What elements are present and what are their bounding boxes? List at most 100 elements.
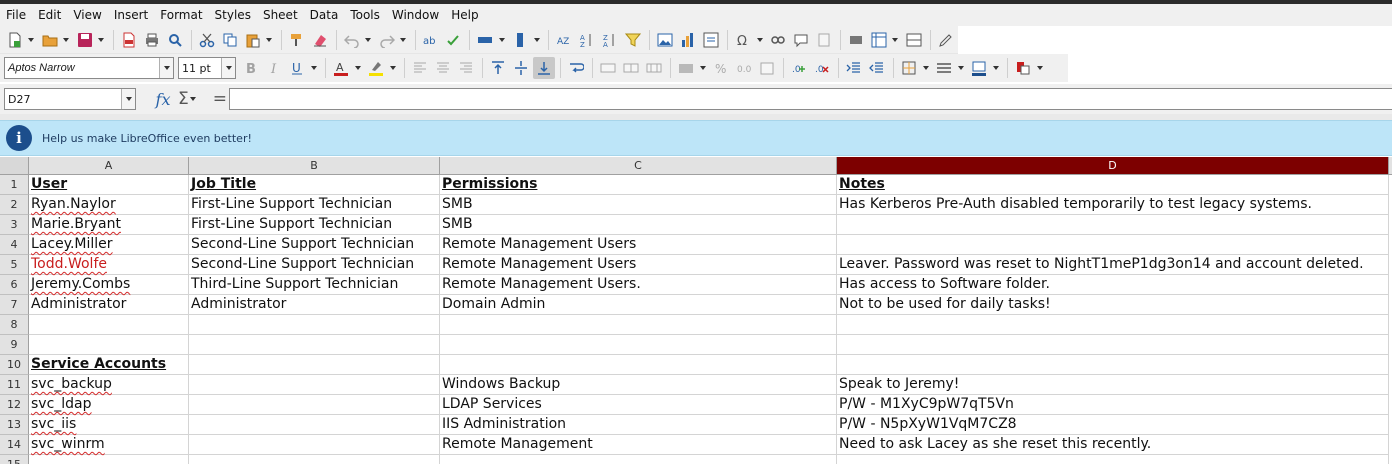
redo-icon[interactable] <box>376 29 398 51</box>
cell-B14[interactable] <box>189 435 440 455</box>
clear-formatting-icon[interactable] <box>309 29 331 51</box>
bold-icon[interactable]: B <box>240 57 262 79</box>
cell-B12[interactable] <box>189 395 440 415</box>
cell-C10[interactable] <box>440 355 837 375</box>
insert-chart-icon[interactable] <box>677 29 699 51</box>
wrap-text-icon[interactable] <box>565 57 587 79</box>
copy-icon[interactable] <box>219 29 241 51</box>
redo-dropdown[interactable] <box>399 29 408 51</box>
cell-D3[interactable] <box>837 215 1389 235</box>
cell-B6[interactable]: Third-Line Support Technician <box>189 275 440 295</box>
cell-C6[interactable]: Remote Management Users. <box>440 275 837 295</box>
cell-B7[interactable]: Administrator <box>189 295 440 315</box>
menu-view[interactable]: View <box>69 5 105 25</box>
row-header-11[interactable]: 11 <box>0 375 29 395</box>
cell-A11[interactable]: svc_backup <box>29 375 189 395</box>
cut-icon[interactable] <box>196 29 218 51</box>
menu-edit[interactable]: Edit <box>34 5 65 25</box>
special-character-icon[interactable]: Ω <box>732 29 754 51</box>
highlight-color-icon[interactable] <box>365 57 387 79</box>
new-document-icon[interactable] <box>4 29 26 51</box>
currency-format-icon[interactable] <box>675 57 697 79</box>
column-header-c[interactable]: C <box>440 157 837 175</box>
find-replace-icon[interactable]: ab <box>420 29 442 51</box>
cell-A9[interactable] <box>29 335 189 355</box>
open-dropdown[interactable] <box>62 29 71 51</box>
print-preview-icon[interactable] <box>164 29 186 51</box>
cell-A15[interactable] <box>29 455 189 464</box>
border-color-dropdown[interactable] <box>991 57 1000 79</box>
cell-B3[interactable]: First-Line Support Technician <box>189 215 440 235</box>
cell-A4[interactable]: Lacey.Miller <box>29 235 189 255</box>
cell-B9[interactable] <box>189 335 440 355</box>
sort-descending-icon[interactable]: ZA <box>599 29 621 51</box>
headers-footers-icon[interactable] <box>813 29 835 51</box>
menu-sheet[interactable]: Sheet <box>259 5 302 25</box>
percent-format-icon[interactable]: % <box>710 57 732 79</box>
cell-D7[interactable]: Not to be used for daily tasks! <box>837 295 1389 315</box>
paste-dropdown[interactable] <box>265 29 274 51</box>
cell-D10[interactable] <box>837 355 1389 375</box>
row-dropdown[interactable] <box>497 29 506 51</box>
new-dropdown[interactable] <box>27 29 36 51</box>
cell-B8[interactable] <box>189 315 440 335</box>
underline-dropdown[interactable] <box>309 57 318 79</box>
cell-C13[interactable]: IIS Administration <box>440 415 837 435</box>
conditional-format-dropdown[interactable] <box>1035 57 1044 79</box>
row-header-7[interactable]: 7 <box>0 295 29 315</box>
clone-formatting-icon[interactable] <box>286 29 308 51</box>
cell-B15[interactable] <box>189 455 440 464</box>
underline-icon[interactable]: U <box>286 57 308 79</box>
conditional-format-icon[interactable] <box>1012 57 1034 79</box>
font-color-dropdown[interactable] <box>353 57 362 79</box>
row-header-8[interactable]: 8 <box>0 315 29 335</box>
freeze-dropdown[interactable] <box>891 29 900 51</box>
undo-dropdown[interactable] <box>364 29 373 51</box>
cell-D11[interactable]: Speak to Jeremy! <box>837 375 1389 395</box>
cell-A1[interactable]: User <box>29 175 189 195</box>
formula-icon[interactable]: = <box>213 89 227 109</box>
cell-D6[interactable]: Has access to Software folder. <box>837 275 1389 295</box>
cell-A10[interactable]: Service Accounts <box>29 355 189 375</box>
menu-tools[interactable]: Tools <box>346 5 384 25</box>
increase-indent-icon[interactable] <box>843 57 865 79</box>
sort-icon[interactable]: AZ <box>553 29 575 51</box>
function-wizard-icon[interactable]: fx <box>152 90 174 109</box>
menu-file[interactable]: File <box>2 5 30 25</box>
print-icon[interactable] <box>141 29 163 51</box>
column-icon[interactable] <box>509 29 531 51</box>
define-print-area-icon[interactable] <box>845 29 867 51</box>
export-pdf-icon[interactable] <box>118 29 140 51</box>
align-center-icon[interactable] <box>432 57 454 79</box>
comment-icon[interactable] <box>790 29 812 51</box>
cell-D8[interactable] <box>837 315 1389 335</box>
align-bottom-icon[interactable] <box>533 57 555 79</box>
cell-C11[interactable]: Windows Backup <box>440 375 837 395</box>
font-color-icon[interactable]: A <box>330 57 352 79</box>
sort-ascending-icon[interactable]: AZ <box>576 29 598 51</box>
menu-format[interactable]: Format <box>156 5 206 25</box>
paste-icon[interactable] <box>242 29 264 51</box>
sum-icon[interactable]: Σ <box>178 89 189 109</box>
cell-D1[interactable]: Notes <box>837 175 1389 195</box>
autofilter-icon[interactable] <box>622 29 644 51</box>
cell-D5[interactable]: Leaver. Password was reset to NightT1meP… <box>837 255 1389 275</box>
row-header-15[interactable]: 15 <box>0 455 29 464</box>
add-decimal-icon[interactable]: .0 <box>788 57 810 79</box>
cell-C5[interactable]: Remote Management Users <box>440 255 837 275</box>
cell-A8[interactable] <box>29 315 189 335</box>
cell-D14[interactable]: Need to ask Lacey as she reset this rece… <box>837 435 1389 455</box>
cell-C2[interactable]: SMB <box>440 195 837 215</box>
row-header-10[interactable]: 10 <box>0 355 29 375</box>
pivot-table-icon[interactable] <box>700 29 722 51</box>
cell-D12[interactable]: P/W - M1XyC9pW7qT5Vn <box>837 395 1389 415</box>
row-icon[interactable] <box>474 29 496 51</box>
align-right-icon[interactable] <box>455 57 477 79</box>
row-header-3[interactable]: 3 <box>0 215 29 235</box>
border-color-icon[interactable] <box>968 57 990 79</box>
cell-C8[interactable] <box>440 315 837 335</box>
border-style-icon[interactable] <box>933 57 955 79</box>
cell-C12[interactable]: LDAP Services <box>440 395 837 415</box>
cell-A7[interactable]: Administrator <box>29 295 189 315</box>
highlight-color-dropdown[interactable] <box>388 57 397 79</box>
